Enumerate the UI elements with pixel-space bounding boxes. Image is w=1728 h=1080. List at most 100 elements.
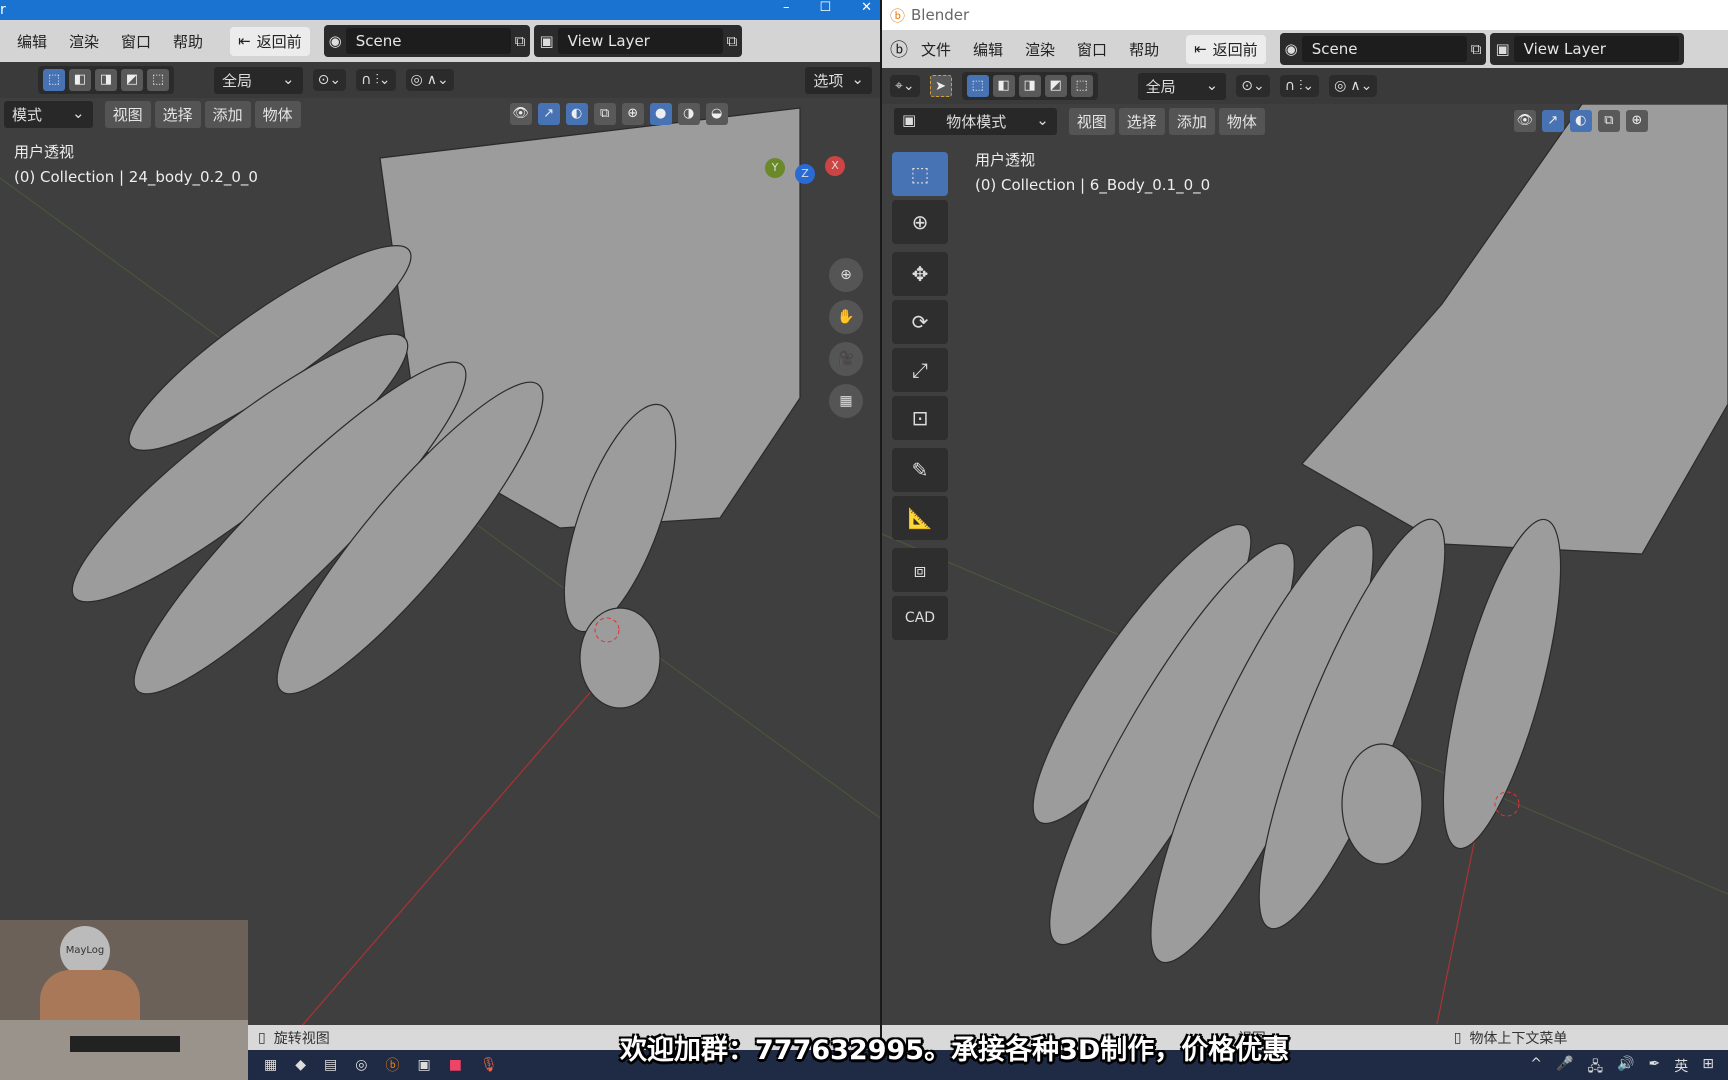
solid-shading-icon[interactable]: ●	[649, 103, 672, 125]
left-3d-viewport[interactable]: 用户透视 (0) Collection | 24_body_0.2_0_0 Y Z…	[0, 98, 880, 1050]
scene-selector[interactable]: ◉ Scene ⧉	[1279, 33, 1487, 65]
editor-icon[interactable]: ▣	[417, 1057, 430, 1073]
overlay-icon[interactable]: ◐	[565, 103, 588, 125]
back-button[interactable]: ⇤ 返回前	[230, 26, 310, 56]
menu-window[interactable]: 窗口	[1068, 35, 1116, 64]
menu-view[interactable]: 视图	[1068, 107, 1115, 135]
back-button[interactable]: ⇤ 返回前	[1186, 34, 1266, 64]
menu-select[interactable]: 选择	[154, 100, 201, 128]
view-layer-field[interactable]: View Layer	[557, 28, 723, 54]
visibility-icon[interactable]: 👁	[1513, 110, 1536, 132]
rotate-tool[interactable]: ⟳	[892, 300, 948, 344]
select-intersect-icon[interactable]: ⬚	[1070, 75, 1093, 97]
cursor-tool[interactable]: ⊕	[892, 200, 948, 244]
menu-file[interactable]: 文件	[912, 35, 960, 64]
menu-object[interactable]: 物体	[1218, 107, 1265, 135]
scene-field[interactable]: Scene	[345, 28, 511, 54]
annotate-tool[interactable]: ✎	[892, 448, 948, 492]
xray-icon[interactable]: ⧉	[1597, 110, 1620, 132]
minimize-button[interactable]: –	[783, 0, 790, 15]
select-extend-icon[interactable]: ◧	[69, 69, 91, 91]
orientation-dropdown[interactable]: 全局 ⌄	[1137, 72, 1227, 100]
select-new-icon[interactable]: ⬚	[966, 75, 989, 97]
proportional-icon[interactable]: ◎	[1334, 78, 1346, 94]
mode-dropdown[interactable]: ▣ 物体模式 ⌄	[894, 107, 1057, 135]
right-3d-viewport[interactable]: ⬚ ⊕ ✥ ⟳ ⤢ ⊡ ✎ 📐 ⧈ CAD 用户透视 (0) Collection…	[882, 104, 1728, 1050]
blender-taskbar-icon[interactable]: ⓑ	[385, 1055, 399, 1075]
blender-menu-icon[interactable]: ⓑ	[890, 36, 908, 62]
cad-tool[interactable]: CAD	[892, 596, 948, 640]
select-mode-group[interactable]: ⬚ ◧ ◨ ◩ ⬚	[38, 66, 174, 94]
orientation-dropdown[interactable]: 全局 ⌄	[214, 66, 303, 94]
xray-icon[interactable]: ⧉	[593, 103, 616, 125]
view-layer-selector[interactable]: ▣ View Layer ⧉	[534, 25, 743, 57]
mode-dropdown[interactable]: 模式 ⌄	[4, 100, 93, 128]
volume-icon[interactable]: 🔊	[1617, 1056, 1634, 1080]
menu-add[interactable]: 添加	[204, 100, 251, 128]
menu-edit[interactable]: 编辑	[8, 27, 56, 56]
menu-help[interactable]: 帮助	[1120, 35, 1168, 64]
notepad-icon[interactable]: ▤	[324, 1057, 337, 1073]
select-intersect-icon[interactable]: ⬚	[147, 69, 169, 91]
magnet-icon[interactable]: ∩	[1285, 78, 1295, 94]
gizmo-icon[interactable]: ↗	[537, 103, 560, 125]
menu-render[interactable]: 渲染	[1016, 35, 1064, 64]
keyboard-icon[interactable]: ⊞	[1702, 1056, 1714, 1080]
select-extend-icon[interactable]: ◧	[992, 75, 1015, 97]
options-dropdown[interactable]: 选项 ⌄	[805, 66, 872, 94]
menu-select[interactable]: 选择	[1118, 107, 1165, 135]
close-button[interactable]: ✕	[861, 0, 872, 15]
scene-field[interactable]: Scene	[1301, 36, 1467, 62]
transform-tool[interactable]: ⊡	[892, 396, 948, 440]
move-tool[interactable]: ✥	[892, 252, 948, 296]
proportional-group[interactable]: ◎ ∧⌄	[1329, 75, 1378, 97]
view-layer-selector[interactable]: ▣ View Layer	[1490, 33, 1684, 65]
pen-icon[interactable]: ✒	[1649, 1056, 1661, 1080]
select-mode-group[interactable]: ⬚ ◧ ◨ ◩ ⬚	[961, 72, 1098, 100]
pivot-dropdown[interactable]: ⊙⌄	[312, 69, 347, 91]
overlay-icon[interactable]: ◐	[1569, 110, 1592, 132]
gizmo-icon[interactable]: ↗	[1541, 110, 1564, 132]
menu-view[interactable]: 视图	[104, 100, 151, 128]
maximize-button[interactable]: ☐	[819, 0, 831, 15]
axis-z[interactable]: Z	[795, 164, 815, 184]
menu-render[interactable]: 渲染	[60, 27, 108, 56]
input-method[interactable]: 英	[1674, 1056, 1688, 1080]
select-invert-icon[interactable]: ◩	[1044, 75, 1067, 97]
falloff-icon[interactable]: ∧⌄	[427, 72, 449, 88]
menu-edit[interactable]: 编辑	[964, 35, 1012, 64]
editor-type-dropdown[interactable]: ⌖⌄	[890, 75, 920, 97]
select-tool-icon[interactable]: ➤	[929, 75, 952, 97]
measure-tool[interactable]: 📐	[892, 496, 948, 540]
select-new-icon[interactable]: ⬚	[43, 69, 65, 91]
view-layer-field[interactable]: View Layer	[1513, 36, 1679, 62]
proportional-group[interactable]: ◎ ∧⌄	[405, 69, 454, 91]
wireframe-shading-icon[interactable]: ⊕	[1625, 110, 1648, 132]
grid-icon[interactable]: ▦	[829, 384, 863, 418]
copy-icon[interactable]: ⧉	[727, 32, 738, 50]
menu-help[interactable]: 帮助	[164, 27, 212, 56]
snap-group[interactable]: ∩ ⫶⌄	[1279, 75, 1320, 97]
wireframe-shading-icon[interactable]: ⊕	[621, 103, 644, 125]
pan-hand-icon[interactable]: ✋	[829, 300, 863, 334]
copy-icon[interactable]: ⧉	[1471, 40, 1482, 58]
calculator-icon[interactable]: ▦	[264, 1057, 277, 1073]
app-icon[interactable]: ◆	[295, 1057, 306, 1073]
network-icon[interactable]: 🖧	[1587, 1056, 1603, 1080]
snap-target-icon[interactable]: ⫶⌄	[375, 72, 390, 88]
select-box-tool[interactable]: ⬚	[892, 152, 948, 196]
navigation-gizmo[interactable]: Y Z X	[765, 156, 855, 238]
axis-x[interactable]: X	[825, 156, 845, 176]
material-shading-icon[interactable]: ◑	[677, 103, 700, 125]
falloff-icon[interactable]: ∧⌄	[1350, 78, 1372, 94]
copy-icon[interactable]: ⧉	[515, 32, 526, 50]
add-cube-tool[interactable]: ⧈	[892, 548, 948, 592]
visibility-icon[interactable]: 👁	[509, 103, 532, 125]
tray-expand[interactable]: ^	[1530, 1056, 1542, 1080]
snap-target-icon[interactable]: ⫶⌄	[1299, 78, 1314, 94]
obs-icon[interactable]: ◎	[355, 1057, 367, 1073]
pivot-dropdown[interactable]: ⊙⌄	[1236, 75, 1270, 97]
zoom-icon[interactable]: ⊕	[829, 258, 863, 292]
scale-tool[interactable]: ⤢	[892, 348, 948, 392]
magnet-icon[interactable]: ∩	[361, 72, 371, 88]
